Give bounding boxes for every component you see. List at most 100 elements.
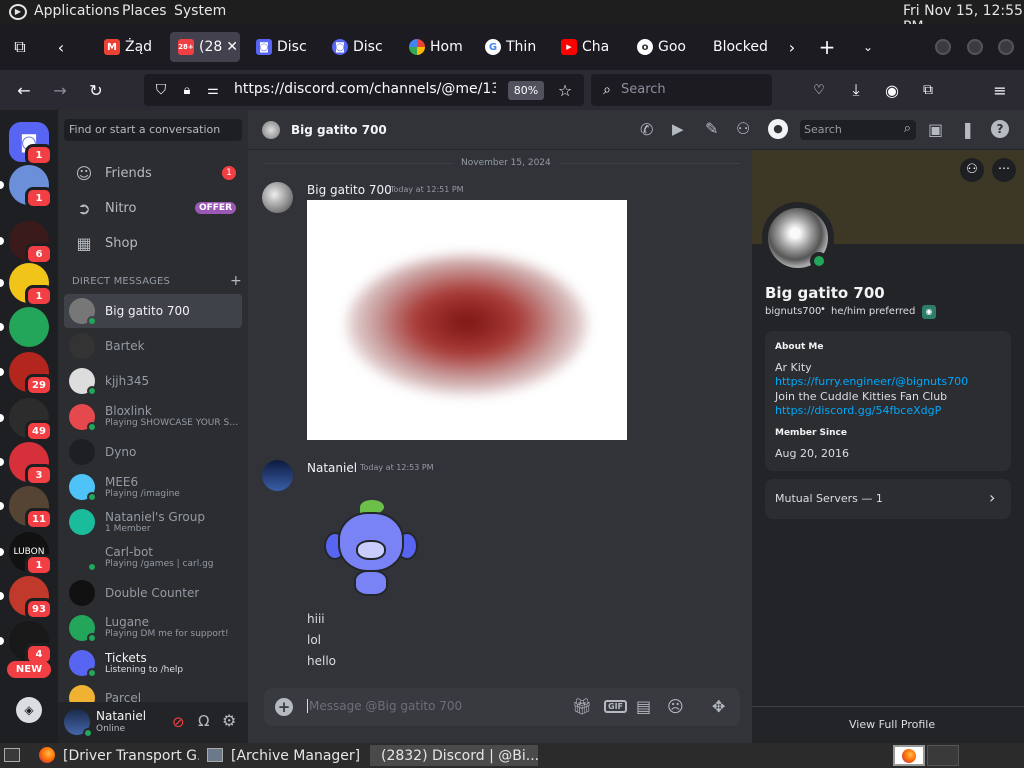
dm-item[interactable]: kjjh345 xyxy=(64,364,242,398)
app-menu-icon[interactable]: ≡ xyxy=(989,79,1011,101)
list-all-tabs-icon[interactable]: ⌄ xyxy=(857,36,879,58)
mute-mic-icon[interactable]: ⊘ xyxy=(172,713,185,731)
profile-badge-icon[interactable]: ◉ xyxy=(922,305,936,319)
author-avatar[interactable] xyxy=(262,460,293,491)
shield-icon[interactable]: ⛉ xyxy=(150,79,172,101)
task-archive-manager[interactable]: [Archive Manager] xyxy=(231,745,361,766)
dm-item[interactable]: Dyno xyxy=(64,435,242,469)
mutual-servers-button[interactable]: Mutual Servers — 1 › xyxy=(765,479,1011,519)
dm-item[interactable]: Tickets Listening to /help xyxy=(64,646,242,680)
add-attachment-icon[interactable]: + xyxy=(275,698,293,716)
message-input[interactable]: Message @Big gatito 700 xyxy=(307,699,547,713)
nav-shop[interactable]: ▦ Shop xyxy=(64,227,242,259)
tab-google-lens[interactable]: o Goo xyxy=(637,32,697,62)
guild-item[interactable]: 3 xyxy=(0,442,53,486)
applications-menu[interactable]: Applications xyxy=(34,3,120,19)
guild-item[interactable]: 11 xyxy=(0,486,53,530)
show-desktop-icon[interactable] xyxy=(4,748,20,762)
account-icon[interactable]: ◉ xyxy=(881,79,903,101)
voice-call-icon[interactable]: ✆ xyxy=(640,120,653,139)
apps-icon[interactable]: ✥ xyxy=(712,697,725,716)
guild-home[interactable]: ◙ 1 xyxy=(9,122,53,166)
guild-item[interactable]: 29 xyxy=(0,352,53,396)
browser-search-bar[interactable]: ⌕ Search xyxy=(591,74,772,106)
add-friend-icon[interactable]: ⚇ xyxy=(960,158,984,182)
tab-discord-active[interactable]: 28+ (28 ✕ xyxy=(170,32,240,62)
tab-discord-3[interactable]: ◙ Disc xyxy=(332,32,392,62)
wumpus-sticker[interactable] xyxy=(322,500,422,605)
workspace-2[interactable] xyxy=(927,745,959,766)
places-menu[interactable]: Places xyxy=(122,3,167,19)
more-options-icon[interactable]: ⋯ xyxy=(992,158,1016,182)
firefox-launcher-icon[interactable] xyxy=(39,747,55,763)
zoom-level[interactable]: 80% xyxy=(508,81,544,100)
close-tab-icon[interactable]: ✕ xyxy=(226,39,238,55)
window-minimize-button[interactable] xyxy=(935,39,951,55)
add-friends-to-dm-icon[interactable]: ⚇ xyxy=(736,119,750,138)
tab-google[interactable]: G Thin xyxy=(485,32,545,62)
extensions-icon[interactable]: ⧉ xyxy=(917,79,939,101)
create-dm-icon[interactable]: + xyxy=(230,273,242,289)
discover-servers-button[interactable]: ◈ xyxy=(9,694,49,726)
author-avatar[interactable] xyxy=(262,182,293,213)
guild-item[interactable]: 93 xyxy=(0,576,53,620)
dm-item[interactable]: Nataniel's Group 1 Member xyxy=(64,505,242,539)
url-text[interactable]: https://discord.com/channels/@me/13070 xyxy=(234,81,496,97)
app-menu-icon[interactable]: ▶ xyxy=(9,4,27,20)
guild-item[interactable]: 49 xyxy=(0,398,53,442)
nav-nitro[interactable]: ➲ Nitro OFFER xyxy=(64,192,242,224)
gift-icon[interactable]: 🎁︎ xyxy=(572,697,592,716)
channel-name[interactable]: Big gatito 700 xyxy=(291,123,387,137)
guild-item[interactable] xyxy=(0,307,49,347)
guild-item[interactable]: 6 xyxy=(0,221,53,265)
video-call-icon[interactable]: ▶ xyxy=(672,120,684,138)
user-profile-toggle-icon[interactable]: ● xyxy=(768,119,788,139)
new-tab-icon[interactable]: + xyxy=(816,35,838,59)
lock-icon[interactable]: 🔒︎ xyxy=(176,79,198,101)
inbox-icon[interactable]: ▣ xyxy=(928,120,943,139)
gif-button[interactable]: GIF xyxy=(604,700,628,713)
new-badge[interactable]: NEW xyxy=(7,661,51,678)
workspace-switcher[interactable] xyxy=(893,745,925,766)
dm-item[interactable]: Bloxlink Playing SHOWCASE YOUR SE... xyxy=(64,400,242,434)
bookmark-icon[interactable]: ❚ xyxy=(961,120,974,139)
save-to-pocket-icon[interactable]: ♡ xyxy=(808,79,830,101)
about-me-link[interactable]: https://discord.gg/54fbceXdgP xyxy=(775,404,941,417)
guild-item[interactable]: LUBON 1 xyxy=(0,532,53,576)
nav-friends[interactable]: ☺ Friends 1 xyxy=(64,157,242,189)
downloads-icon[interactable]: ⤓ xyxy=(845,79,867,101)
tab-discord-2[interactable]: ◙ Disc xyxy=(256,32,316,62)
dm-item[interactable]: Big gatito 700 xyxy=(64,294,242,328)
dm-item[interactable]: MEE6 Playing /imagine xyxy=(64,470,242,504)
profile-username[interactable]: bignuts700 xyxy=(765,306,821,317)
message-image-attachment[interactable] xyxy=(307,200,627,440)
guild-item[interactable]: 1 xyxy=(0,263,53,307)
tab-blocked[interactable]: Blocked xyxy=(713,32,779,62)
system-menu[interactable]: System xyxy=(174,3,226,19)
bookmark-star-icon[interactable]: ☆ xyxy=(554,79,576,101)
window-maximize-button[interactable] xyxy=(967,39,983,55)
task-discord-firefox[interactable]: (2832) Discord | @Bi... xyxy=(370,745,538,766)
pinned-messages-icon[interactable]: ✎ xyxy=(705,119,718,138)
scroll-tabs-left-icon[interactable]: ‹ xyxy=(50,36,72,58)
emoji-icon[interactable]: ☹ xyxy=(667,697,684,716)
dm-item[interactable]: Bartek xyxy=(64,329,242,363)
dm-item[interactable]: Lugane Playing DM me for support! xyxy=(64,611,242,645)
message-author[interactable]: Nataniel xyxy=(307,461,357,475)
scroll-tabs-right-icon[interactable]: › xyxy=(781,36,803,58)
tab-gmail[interactable]: M Żąd xyxy=(104,32,164,62)
message-author[interactable]: Big gatito 700 xyxy=(307,183,392,197)
tab-google-photos[interactable]: Hom xyxy=(409,32,469,62)
dm-item[interactable]: Carl-bot Playing /games | carl.gg xyxy=(64,540,242,574)
tab-overview-icon[interactable]: ⧉ xyxy=(9,36,31,58)
sticker-icon[interactable]: ▤ xyxy=(636,697,651,716)
user-name[interactable]: Nataniel xyxy=(96,709,146,723)
header-search-input[interactable]: Search ⌕ xyxy=(800,120,916,140)
dm-item[interactable]: Double Counter xyxy=(64,576,242,610)
guild-item[interactable]: 4 xyxy=(0,621,53,665)
guild-item[interactable]: 1 xyxy=(0,165,53,209)
headphones-icon[interactable]: Ω xyxy=(198,712,209,730)
help-icon[interactable]: ? xyxy=(991,120,1009,138)
forward-icon[interactable]: → xyxy=(49,79,71,101)
url-bar[interactable]: ⛉ 🔒︎ ⚌ https://discord.com/channels/@me/… xyxy=(144,74,584,106)
